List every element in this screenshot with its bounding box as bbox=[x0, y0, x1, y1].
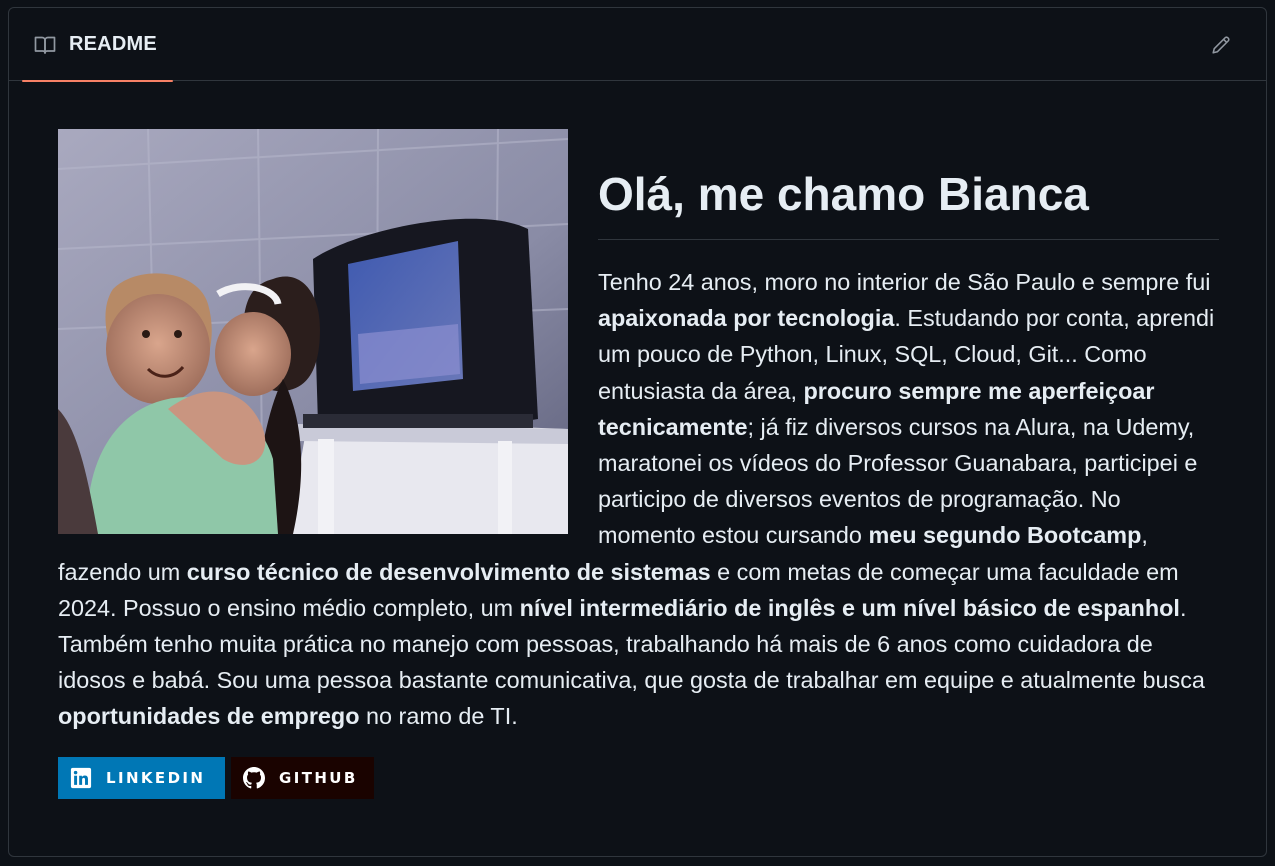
bio-text: no ramo de TI. bbox=[359, 703, 518, 730]
github-badge[interactable]: GITHUB bbox=[231, 756, 374, 799]
bio-highlight: meu segundo Bootcamp bbox=[868, 522, 1142, 549]
bio-highlight: curso técnico de desenvolvimento de sist… bbox=[186, 558, 711, 585]
readme-content: Olá, me chamo Bianca Tenho 24 anos, moro… bbox=[58, 129, 1219, 799]
social-badges: LINKEDIN GITHUB bbox=[58, 735, 1219, 799]
pencil-icon bbox=[1210, 34, 1232, 56]
github-icon bbox=[243, 766, 265, 789]
readme-header: README bbox=[9, 8, 1266, 82]
bio-highlight: apaixonada por tecnologia bbox=[598, 305, 895, 332]
bio-text: Tenho 24 anos, moro no interior de São P… bbox=[598, 269, 1211, 295]
tab-readme[interactable]: README bbox=[22, 8, 173, 82]
page-title: Olá, me chamo Bianca bbox=[598, 169, 1219, 240]
edit-file-button[interactable] bbox=[1206, 30, 1236, 60]
profile-photo bbox=[58, 129, 568, 534]
readme-panel: README Olá, me chamo Bianca Tenho 24 ano… bbox=[8, 7, 1267, 857]
bio-highlight: oportunidades de emprego bbox=[58, 703, 360, 730]
bio-highlight: nível intermediário de inglês e um nível… bbox=[519, 594, 1180, 621]
linkedin-badge[interactable]: LINKEDIN bbox=[58, 756, 225, 799]
linkedin-label: LINKEDIN bbox=[106, 768, 206, 787]
tab-readme-label: README bbox=[69, 33, 157, 55]
github-label: GITHUB bbox=[279, 768, 358, 787]
linkedin-icon bbox=[70, 767, 92, 789]
book-icon bbox=[33, 33, 57, 57]
